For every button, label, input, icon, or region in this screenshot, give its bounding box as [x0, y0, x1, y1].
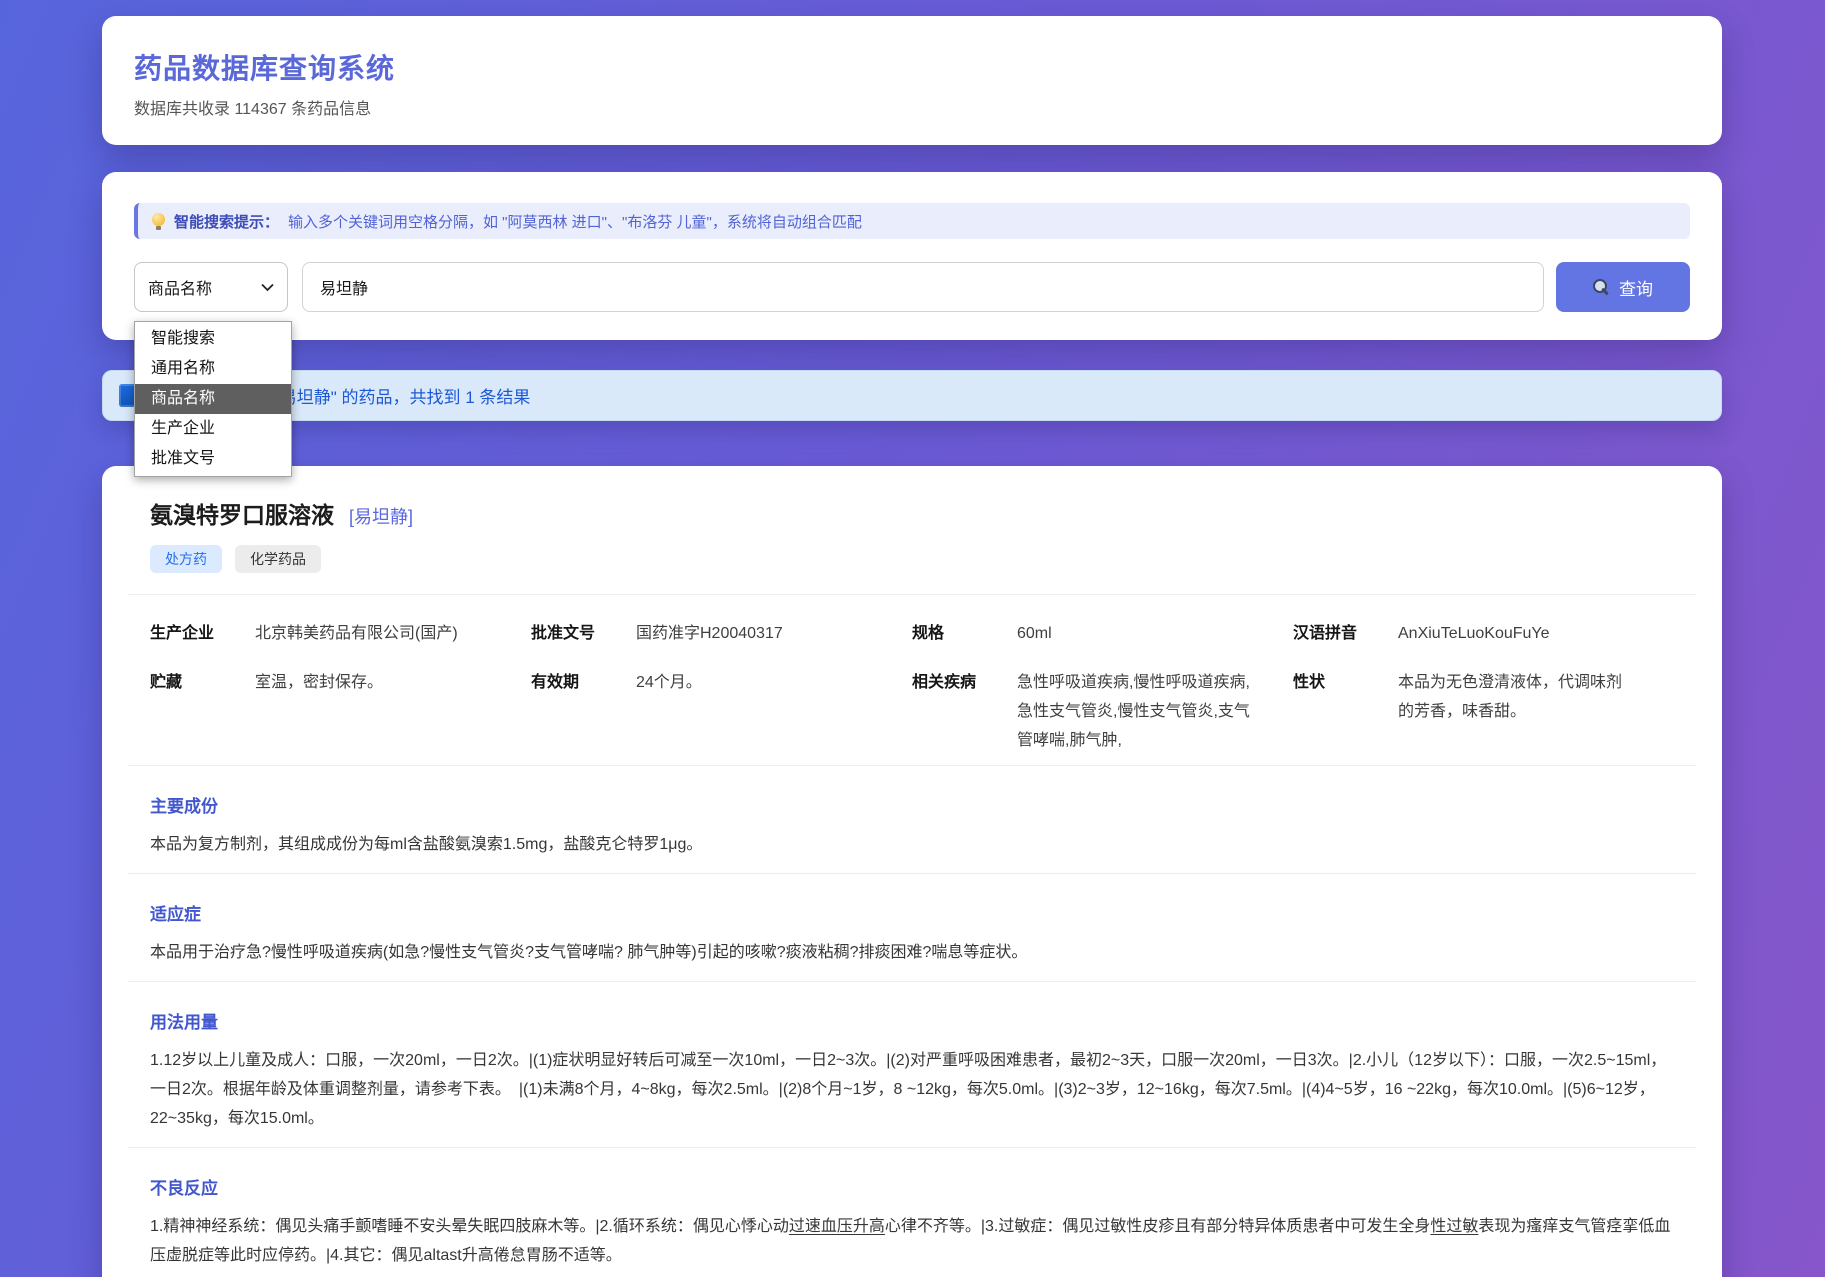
field-label: 批准文号: [531, 619, 636, 648]
search-type-option[interactable]: 智能搜索: [135, 324, 291, 354]
field-value: 室温，密封保存。: [255, 668, 531, 755]
section-text: 本品用于治疗急?慢性呼吸道疾病(如急?慢性支气管炎?支气管哮喘? 肺气肿等)引起…: [150, 938, 1674, 967]
drug-section: 适应症本品用于治疗急?慢性呼吸道疾病(如急?慢性支气管炎?支气管哮喘? 肺气肿等…: [128, 873, 1696, 981]
search-button[interactable]: 查询: [1556, 262, 1690, 312]
drug-detail-section: 生产企业北京韩美药品有限公司(国产)批准文号国药准字H20040317规格60m…: [128, 594, 1696, 765]
drug-name: 氨溴特罗口服溶液: [150, 500, 334, 530]
drug-trade-name: [易坦静]: [349, 503, 413, 529]
app-background: 药品数据库查询系统 数据库共收录 114367 条药品信息 智能搜索提示： 输入…: [0, 0, 1825, 1277]
drug-section: 用法用量 1.12岁以上儿童及成人：口服，一次20ml，一日2次。|(1)症状明显…: [128, 981, 1696, 1147]
section-text: 1.精神神经系统：偶见头痛手颤嗜睡不安头晕失眠四肢麻木等。|2.循环系统：偶见心…: [150, 1212, 1674, 1270]
section-title: 用法用量: [150, 1012, 1674, 1034]
search-type-menu: 智能搜索通用名称商品名称生产企业批准文号: [134, 321, 292, 477]
section-text: 本品为复方制剂，其组成成份为每ml含盐酸氨溴索1.5mg，盐酸克仑特罗1μg。: [150, 830, 1674, 859]
lightbulb-icon: [152, 213, 165, 226]
field-label: 贮藏: [150, 668, 255, 755]
drug-section: 不良反应 1.精神神经系统：偶见头痛手颤嗜睡不安头晕失眠四肢麻木等。|2.循环系统…: [128, 1147, 1696, 1277]
field-value: 60ml: [1017, 619, 1293, 648]
search-tip-banner: 智能搜索提示： 输入多个关键词用空格分隔，如 "阿莫西林 进口"、"布洛芬 儿童…: [134, 203, 1690, 239]
field-value: 北京韩美药品有限公司(国产): [255, 619, 531, 648]
tip-text: 输入多个关键词用空格分隔，如 "阿莫西林 进口"、"布洛芬 儿童"，系统将自动组…: [288, 211, 862, 232]
drug-detail-grid: 生产企业北京韩美药品有限公司(国产)批准文号国药准字H20040317规格60m…: [150, 619, 1674, 755]
field-value: AnXiuTeLuoKouFuYe: [1398, 619, 1674, 648]
field-label: 汉语拼音: [1293, 619, 1398, 648]
tip-label: 智能搜索提示：: [174, 211, 279, 232]
field-label: 性状: [1293, 668, 1398, 755]
field-label: 生产企业: [150, 619, 255, 648]
section-text: 1.12岁以上儿童及成人：口服，一次20ml，一日2次。|(1)症状明显好转后可…: [150, 1046, 1674, 1133]
results-banner: 商品名称中包含 "易坦静" 的药品，共找到 1 条结果: [102, 370, 1722, 421]
page-title: 药品数据库查询系统: [134, 50, 1690, 88]
drug-text-sections: 主要成份本品为复方制剂，其组成成份为每ml含盐酸氨溴索1.5mg，盐酸克仑特罗1…: [150, 765, 1674, 1277]
magnifier-icon: [1593, 279, 1610, 296]
drug-detail-card: 氨溴特罗口服溶液 [易坦静] 处方药化学药品 生产企业北京韩美药品有限公司(国产…: [102, 466, 1722, 1277]
field-value: 急性呼吸道疾病,慢性呼吸道疾病,急性支气管炎,慢性支气管炎,支气管哮喘,肺气肿,: [1017, 668, 1293, 755]
field-value: 24个月。: [636, 668, 912, 755]
search-type-option[interactable]: 商品名称: [135, 384, 291, 414]
field-value: 本品为无色澄清液体，代调味剂的芳香，味香甜。: [1398, 668, 1674, 755]
search-type-option[interactable]: 生产企业: [135, 414, 291, 444]
drug-section: 主要成份本品为复方制剂，其组成成份为每ml含盐酸氨溴索1.5mg，盐酸克仑特罗1…: [128, 765, 1696, 873]
section-title: 不良反应: [150, 1178, 1674, 1200]
search-input[interactable]: [302, 262, 1544, 312]
search-card: 智能搜索提示： 输入多个关键词用空格分隔，如 "阿莫西林 进口"、"布洛芬 儿童…: [102, 172, 1722, 340]
database-count-subtitle: 数据库共收录 114367 条药品信息: [134, 100, 1690, 120]
search-type-option[interactable]: 批准文号: [135, 444, 291, 474]
section-title: 适应症: [150, 904, 1674, 926]
field-label: 规格: [912, 619, 1017, 648]
section-title: 主要成份: [150, 796, 1674, 818]
field-label: 有效期: [531, 668, 636, 755]
drug-tag: 化学药品: [235, 545, 321, 573]
header-card: 药品数据库查询系统 数据库共收录 114367 条药品信息: [102, 16, 1722, 145]
search-type-option[interactable]: 通用名称: [135, 354, 291, 384]
search-field-select[interactable]: 商品名称: [134, 262, 288, 312]
field-label: 相关疾病: [912, 668, 1017, 755]
search-button-label: 查询: [1619, 275, 1653, 300]
field-value: 国药准字H20040317: [636, 619, 912, 648]
drug-tag: 处方药: [150, 545, 222, 573]
search-row: 商品名称 查询 智能搜索通用名称商品名称生产企业批准文号: [134, 262, 1690, 312]
search-field-selected-value: 商品名称: [148, 275, 212, 299]
chevron-down-icon: [261, 283, 274, 292]
drug-tag-row: 处方药化学药品: [150, 545, 1674, 573]
